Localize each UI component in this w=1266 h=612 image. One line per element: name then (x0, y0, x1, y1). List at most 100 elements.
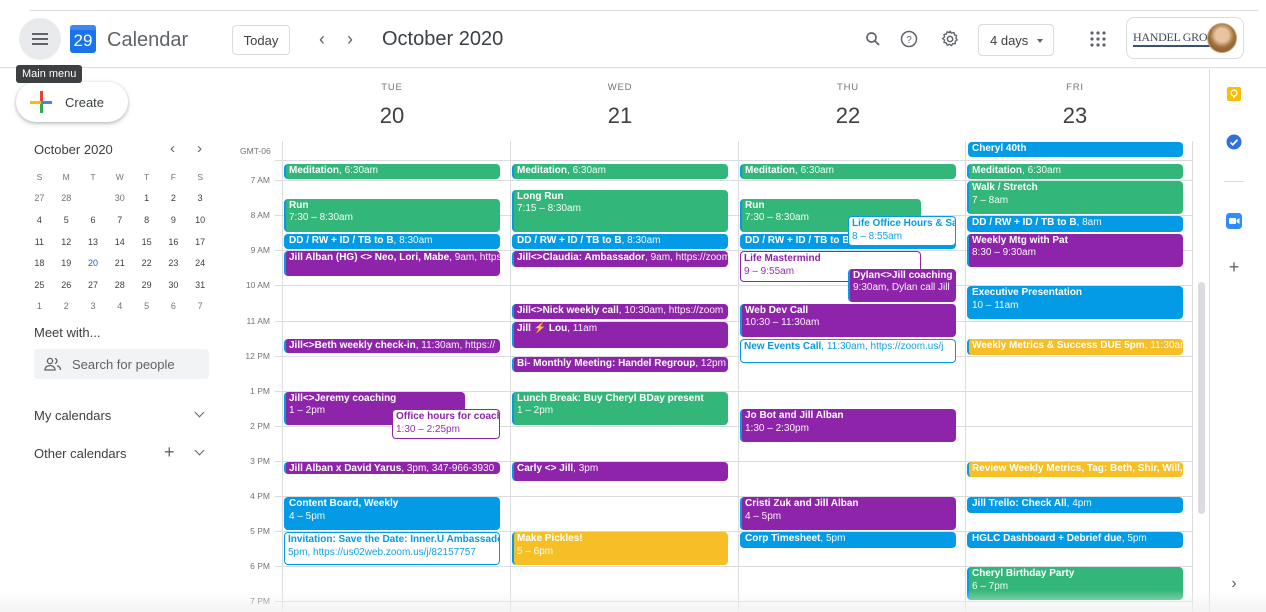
calendar-event[interactable]: Jo Bot and Jill Alban 1:30 – 2:30pm (740, 409, 956, 443)
mini-day[interactable]: 31 (187, 274, 214, 296)
mini-day[interactable]: 3 (80, 296, 107, 318)
search-button[interactable] (861, 27, 885, 51)
calendar-event[interactable]: Meditation, 6:30am (967, 163, 1183, 180)
tasks-button[interactable] (1226, 134, 1242, 150)
mini-day[interactable]: 8 (133, 209, 160, 231)
mini-day[interactable]: 29 (133, 274, 160, 296)
day-header[interactable]: THU 22 (740, 82, 956, 129)
mini-day[interactable]: 6 (80, 209, 107, 231)
mini-day[interactable]: 30 (160, 274, 187, 296)
calendar-event[interactable]: Weekly Metrics & Success DUE 5pm, 11:30a… (967, 339, 1183, 355)
day-number[interactable]: 21 (512, 103, 728, 129)
mini-day-today[interactable]: 29 (80, 188, 107, 210)
calendar-event[interactable]: Meditation, 6:30am (284, 163, 500, 180)
mini-day[interactable]: 17 (187, 231, 214, 253)
calendar-event[interactable]: Jill<>Beth weekly check-in, 11:30am, htt… (284, 339, 500, 353)
mini-day[interactable]: 2 (53, 296, 80, 318)
calendar-event[interactable]: DD / RW + ID / TB to B, 8am (967, 216, 1183, 232)
mini-day[interactable]: 11 (26, 231, 53, 253)
mini-day[interactable]: 22 (133, 252, 160, 274)
calendar-event[interactable]: Content Board, Weekly 4 – 5pm (284, 497, 500, 531)
mini-calendar-next-button[interactable]: › (197, 140, 202, 157)
day-number[interactable]: 23 (967, 103, 1183, 129)
calendar-event[interactable]: Executive Presentation 10 – 11am (967, 286, 1183, 320)
mini-day[interactable]: 16 (160, 231, 187, 253)
keep-button[interactable] (1226, 86, 1242, 102)
mini-calendar-prev-button[interactable]: ‹ (170, 140, 175, 157)
mini-day[interactable]: 1 (133, 188, 160, 210)
calendar-event[interactable]: Walk / Stretch 7 – 8am (967, 181, 1183, 215)
mini-day-selected[interactable]: 20 (80, 252, 107, 274)
calendar-event[interactable]: Long Run 7:15 – 8:30am (512, 189, 728, 232)
mini-day[interactable]: 7 (187, 296, 214, 318)
calendar-event[interactable]: Jill Alban x David Yarus, 3pm, 347-966-3… (284, 461, 500, 474)
calendar-event[interactable]: Dylan<>Jill coaching 9:30am, Dylan call J… (848, 268, 956, 302)
mini-day[interactable]: 19 (53, 252, 80, 274)
zoom-button[interactable] (1226, 213, 1242, 229)
calendar-event[interactable]: New Events Call, 11:30am, https://zoom.u… (740, 339, 956, 364)
view-select[interactable]: 4 days (978, 24, 1054, 56)
mini-day[interactable]: 4 (106, 296, 133, 318)
add-addon-icon[interactable]: + (1226, 258, 1242, 276)
my-calendars-toggle[interactable]: My calendars (34, 408, 111, 423)
day-header[interactable]: TUE 20 (284, 82, 500, 129)
mini-day[interactable]: 18 (26, 252, 53, 274)
mini-day[interactable]: 30 (106, 188, 133, 210)
day-header[interactable]: FRI 23 (967, 82, 1183, 129)
calendar-event[interactable]: DD / RW + ID / TB to B, 8:30am (284, 233, 500, 250)
mini-day[interactable]: 21 (106, 252, 133, 274)
calendar-event[interactable]: Weekly Mtg with Pat 8:30 – 9:30am (967, 233, 1183, 267)
add-calendar-icon[interactable]: + (164, 442, 175, 463)
mini-day[interactable]: 12 (53, 231, 80, 253)
mini-day[interactable]: 5 (133, 296, 160, 318)
calendar-grid[interactable]: Cheryl 40th Meditation, 6:30am Run 7:30 – 8… (275, 141, 1201, 612)
calendar-event[interactable]: Carly <> Jill, 3pm (512, 461, 728, 481)
grid-scrollbar[interactable] (1198, 282, 1205, 514)
mini-day[interactable]: 14 (106, 231, 133, 253)
calendar-event[interactable]: Jill ⚡ Lou, 11am (512, 321, 728, 348)
mini-day[interactable]: 15 (133, 231, 160, 253)
mini-day[interactable]: 13 (80, 231, 107, 253)
today-button[interactable]: Today (232, 25, 290, 55)
calendar-event[interactable]: Meditation, 6:30am (740, 163, 956, 180)
mini-day[interactable]: 27 (80, 274, 107, 296)
calendar-event[interactable]: Office hours for coaches1:30 – 2:25pm (392, 409, 500, 439)
mini-day[interactable]: 7 (106, 209, 133, 231)
calendar-event[interactable]: Run 7:30 – 8:30am (284, 198, 500, 232)
day-number[interactable]: 22 (740, 103, 956, 129)
apps-button[interactable] (1086, 27, 1110, 51)
calendar-event[interactable]: Corp Timesheet, 5pm (740, 532, 956, 548)
calendar-event[interactable]: Jill Alban (HG) <> Neo, Lori, Mabe, 9am,… (284, 251, 500, 276)
calendar-event[interactable]: Meditation, 6:30am (512, 163, 728, 180)
mini-day[interactable]: 28 (53, 188, 80, 210)
mini-day[interactable]: 4 (26, 209, 53, 231)
mini-day[interactable]: 9 (160, 209, 187, 231)
mini-day[interactable]: 23 (160, 252, 187, 274)
calendar-event[interactable]: Review Weekly Metrics, Tag: Beth, Shir, … (967, 461, 1183, 478)
calendar-event[interactable]: Bi- Monthly Meeting: Handel Regroup, 12p… (512, 356, 728, 373)
calendar-event[interactable]: Jill<>Nick weekly call, 10:30am, https:/… (512, 303, 728, 320)
mini-day[interactable]: 25 (26, 274, 53, 296)
mini-day[interactable]: 27 (26, 188, 53, 210)
calendar-event[interactable]: Life Office Hours & Sales8 – 8:55am (848, 216, 956, 247)
help-button[interactable]: ? (897, 27, 921, 51)
all-day-event[interactable]: Cheryl 40th (968, 142, 1183, 157)
previous-period-button[interactable]: ‹ (312, 29, 332, 50)
main-menu-button[interactable] (19, 18, 61, 60)
calendar-event[interactable]: Invitation: Save the Date: Inner.U Ambas… (284, 532, 500, 566)
mini-day[interactable]: 6 (160, 296, 187, 318)
search-people-input[interactable]: Search for people (34, 349, 209, 379)
chevron-down-icon[interactable] (194, 407, 205, 418)
calendar-event[interactable]: Make Pickles! 5 – 6pm (512, 532, 728, 566)
expand-panel-icon[interactable]: › (1226, 575, 1242, 592)
settings-button[interactable] (938, 27, 962, 51)
mini-day[interactable]: 26 (53, 274, 80, 296)
account-switcher[interactable]: HANDEL GROUP (1126, 17, 1244, 59)
calendar-event[interactable]: Web Dev Call 10:30 – 11:30am (740, 303, 956, 338)
mini-day[interactable]: 2 (160, 188, 187, 210)
create-button[interactable]: Create (16, 82, 128, 122)
calendar-event[interactable]: Jill Trello: Check All, 4pm (967, 497, 1183, 513)
mini-day[interactable]: 10 (187, 209, 214, 231)
chevron-down-icon[interactable] (194, 445, 205, 456)
calendar-event[interactable]: Cheryl Birthday Party 6 – 7pm (967, 567, 1183, 601)
